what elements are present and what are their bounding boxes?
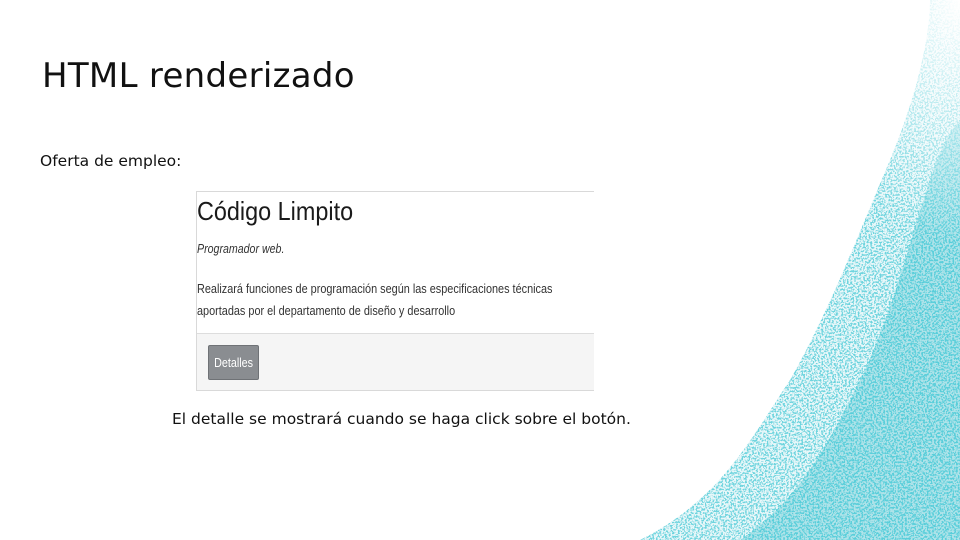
card-body: Código Limpito Programador web. Realizar… bbox=[197, 192, 594, 333]
job-offer-card: Código Limpito Programador web. Realizar… bbox=[196, 191, 594, 391]
details-button[interactable]: Detalles bbox=[208, 345, 259, 380]
card-subtitle: Programador web. bbox=[197, 242, 285, 256]
caption-text: El detalle se mostrará cuando se haga cl… bbox=[172, 410, 631, 428]
details-button-label: Detalles bbox=[214, 356, 253, 370]
card-footer: Detalles bbox=[197, 333, 594, 390]
card-title: Código Limpito bbox=[197, 196, 354, 226]
teal-speckle-decoration bbox=[600, 0, 960, 540]
card-description: Realizará funciones de programación segú… bbox=[197, 282, 553, 318]
slide-title: HTML renderizado bbox=[42, 56, 355, 96]
intro-label: Oferta de empleo: bbox=[40, 152, 182, 170]
